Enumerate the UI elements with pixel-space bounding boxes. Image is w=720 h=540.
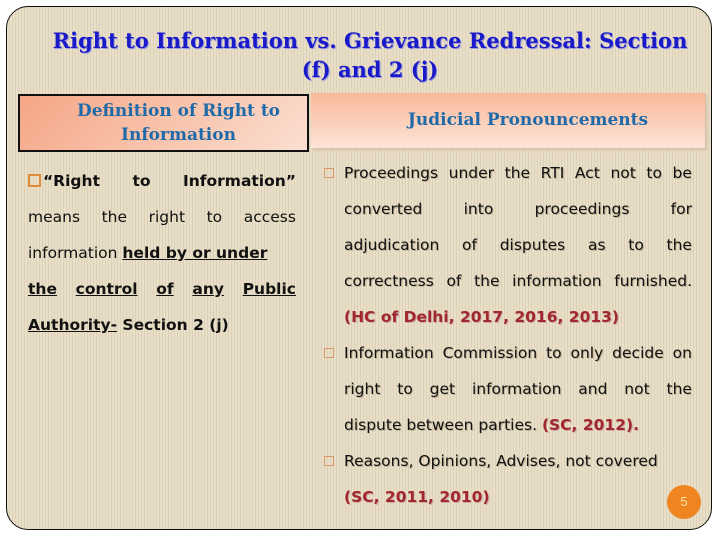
definition-line-4: the control of any Public <box>28 271 296 307</box>
list-item: Proceedings under the RTI Act not to be … <box>322 155 692 335</box>
word: information <box>512 272 602 290</box>
word: of <box>462 236 477 254</box>
definition-word: the <box>101 208 128 226</box>
definition-header-line-2: Information <box>121 125 236 145</box>
definition-word: Public <box>242 280 296 298</box>
definition-word: to <box>132 172 151 190</box>
word: the <box>666 380 692 398</box>
judicial-pronouncements-header: Judicial Pronouncements <box>311 93 705 148</box>
definition-word: “Right <box>43 172 100 190</box>
word: decide <box>612 344 664 362</box>
definition-text: “Right to Information” means the right t… <box>28 163 296 343</box>
word: adjudication <box>344 236 440 254</box>
title-line-2: (f) and 2 (j) <box>301 57 439 82</box>
word: the <box>474 272 500 290</box>
word: not <box>610 164 636 182</box>
definition-line-3: information held by or under <box>28 235 296 271</box>
word: the <box>666 236 692 254</box>
definition-emphasis: Authority- <box>28 316 118 334</box>
citation: (SC, 2011, 2010) <box>344 488 490 506</box>
square-bullet-icon <box>324 456 334 466</box>
judicial-pronouncements-list: Proceedings under the RTI Act not to be … <box>322 155 692 515</box>
word: of <box>446 272 462 290</box>
word: correctness <box>344 272 434 290</box>
word: under <box>448 164 495 182</box>
word: converted <box>344 200 423 218</box>
word: to <box>397 380 413 398</box>
word: RTI <box>540 164 565 182</box>
word: furnished. <box>614 272 692 290</box>
definition-word: means <box>28 208 81 226</box>
definition-emphasis: held by or under <box>122 244 268 262</box>
word: into <box>463 200 494 218</box>
word: Proceedings <box>344 164 439 182</box>
definition-word: to <box>206 208 223 226</box>
definition-word: any <box>192 280 224 298</box>
definition-word: control <box>75 280 138 298</box>
word: Information <box>344 344 434 362</box>
citation: (HC of Delhi, 2017, 2016, 2013) <box>344 308 620 326</box>
square-bullet-icon <box>324 168 334 178</box>
definition-header: Definition of Right to Information <box>18 94 309 152</box>
title-line-1: Right to Information vs. Grievance Redre… <box>52 28 688 53</box>
judicial-pronouncements-header-text: Judicial Pronouncements <box>407 110 649 130</box>
word: for <box>670 200 692 218</box>
list-item: Information Commission to only decide on… <box>322 335 692 443</box>
definition-word: Information” <box>182 172 296 190</box>
word: the <box>504 164 531 182</box>
square-bullet-icon <box>28 174 41 187</box>
word: as <box>587 236 606 254</box>
word: not <box>624 380 650 398</box>
slide-title: Right to Information vs. Grievance Redre… <box>20 26 720 84</box>
definition-word: right <box>148 208 186 226</box>
word: proceedings <box>534 200 630 218</box>
square-bullet-icon <box>324 348 334 358</box>
definition-line-2: means the right to access <box>28 199 296 235</box>
word: disputes <box>499 236 566 254</box>
definition-line-5: Authority- Section 2 (j) <box>28 307 296 343</box>
definition-line-1: “Right to Information” <box>28 163 296 199</box>
page-number: 5 <box>680 494 688 509</box>
word: and <box>578 380 608 398</box>
section-reference: Section 2 (j) <box>117 316 229 334</box>
word: to <box>546 344 562 362</box>
definition-header-line-1: Definition of Right to <box>76 101 281 121</box>
word: Act <box>574 164 600 182</box>
definition-word: access <box>243 208 296 226</box>
word: be <box>672 164 692 182</box>
word: information <box>471 380 562 398</box>
citation: (SC, 2012). <box>541 416 639 434</box>
word: get <box>429 380 456 398</box>
word: right <box>344 380 381 398</box>
list-item: Reasons, Opinions, Advises, not covered … <box>322 443 692 515</box>
definition-text-plain: information <box>28 244 123 262</box>
page-number-badge: 5 <box>667 485 701 519</box>
word: on <box>672 344 692 362</box>
word: to <box>628 236 644 254</box>
word: only <box>570 344 604 362</box>
word: Commission <box>442 344 538 362</box>
definition-word: of <box>156 280 174 298</box>
word: to <box>646 164 662 182</box>
item-text: Reasons, Opinions, Advises, not covered <box>344 452 658 470</box>
definition-word: the <box>28 280 57 298</box>
item-text: dispute between parties. <box>344 416 542 434</box>
